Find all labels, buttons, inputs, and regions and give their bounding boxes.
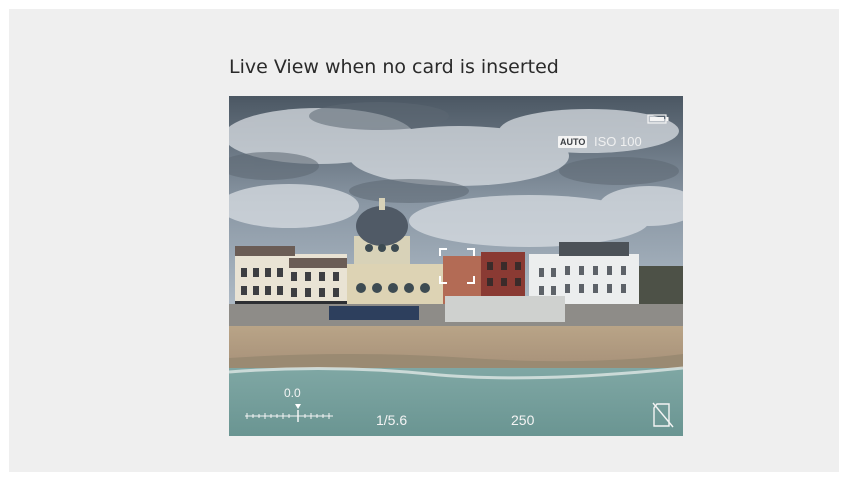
- figure-caption: Live View when no card is inserted: [229, 56, 559, 78]
- af-frame-icon: [439, 248, 475, 284]
- iso-readout: ISO 100: [594, 134, 642, 149]
- live-view-screen: AUTO ISO 100 0.0 1/5.6 250: [229, 96, 683, 436]
- battery-icon: [647, 114, 669, 124]
- aperture-readout: 250: [511, 412, 535, 428]
- exposure-scale-icon: [245, 404, 333, 422]
- shutter-speed-readout: 1/5.6: [376, 412, 408, 428]
- exposure-comp-value: 0.0: [284, 386, 301, 400]
- auto-iso-badge: AUTO: [558, 136, 588, 148]
- no-card-icon: [652, 402, 674, 428]
